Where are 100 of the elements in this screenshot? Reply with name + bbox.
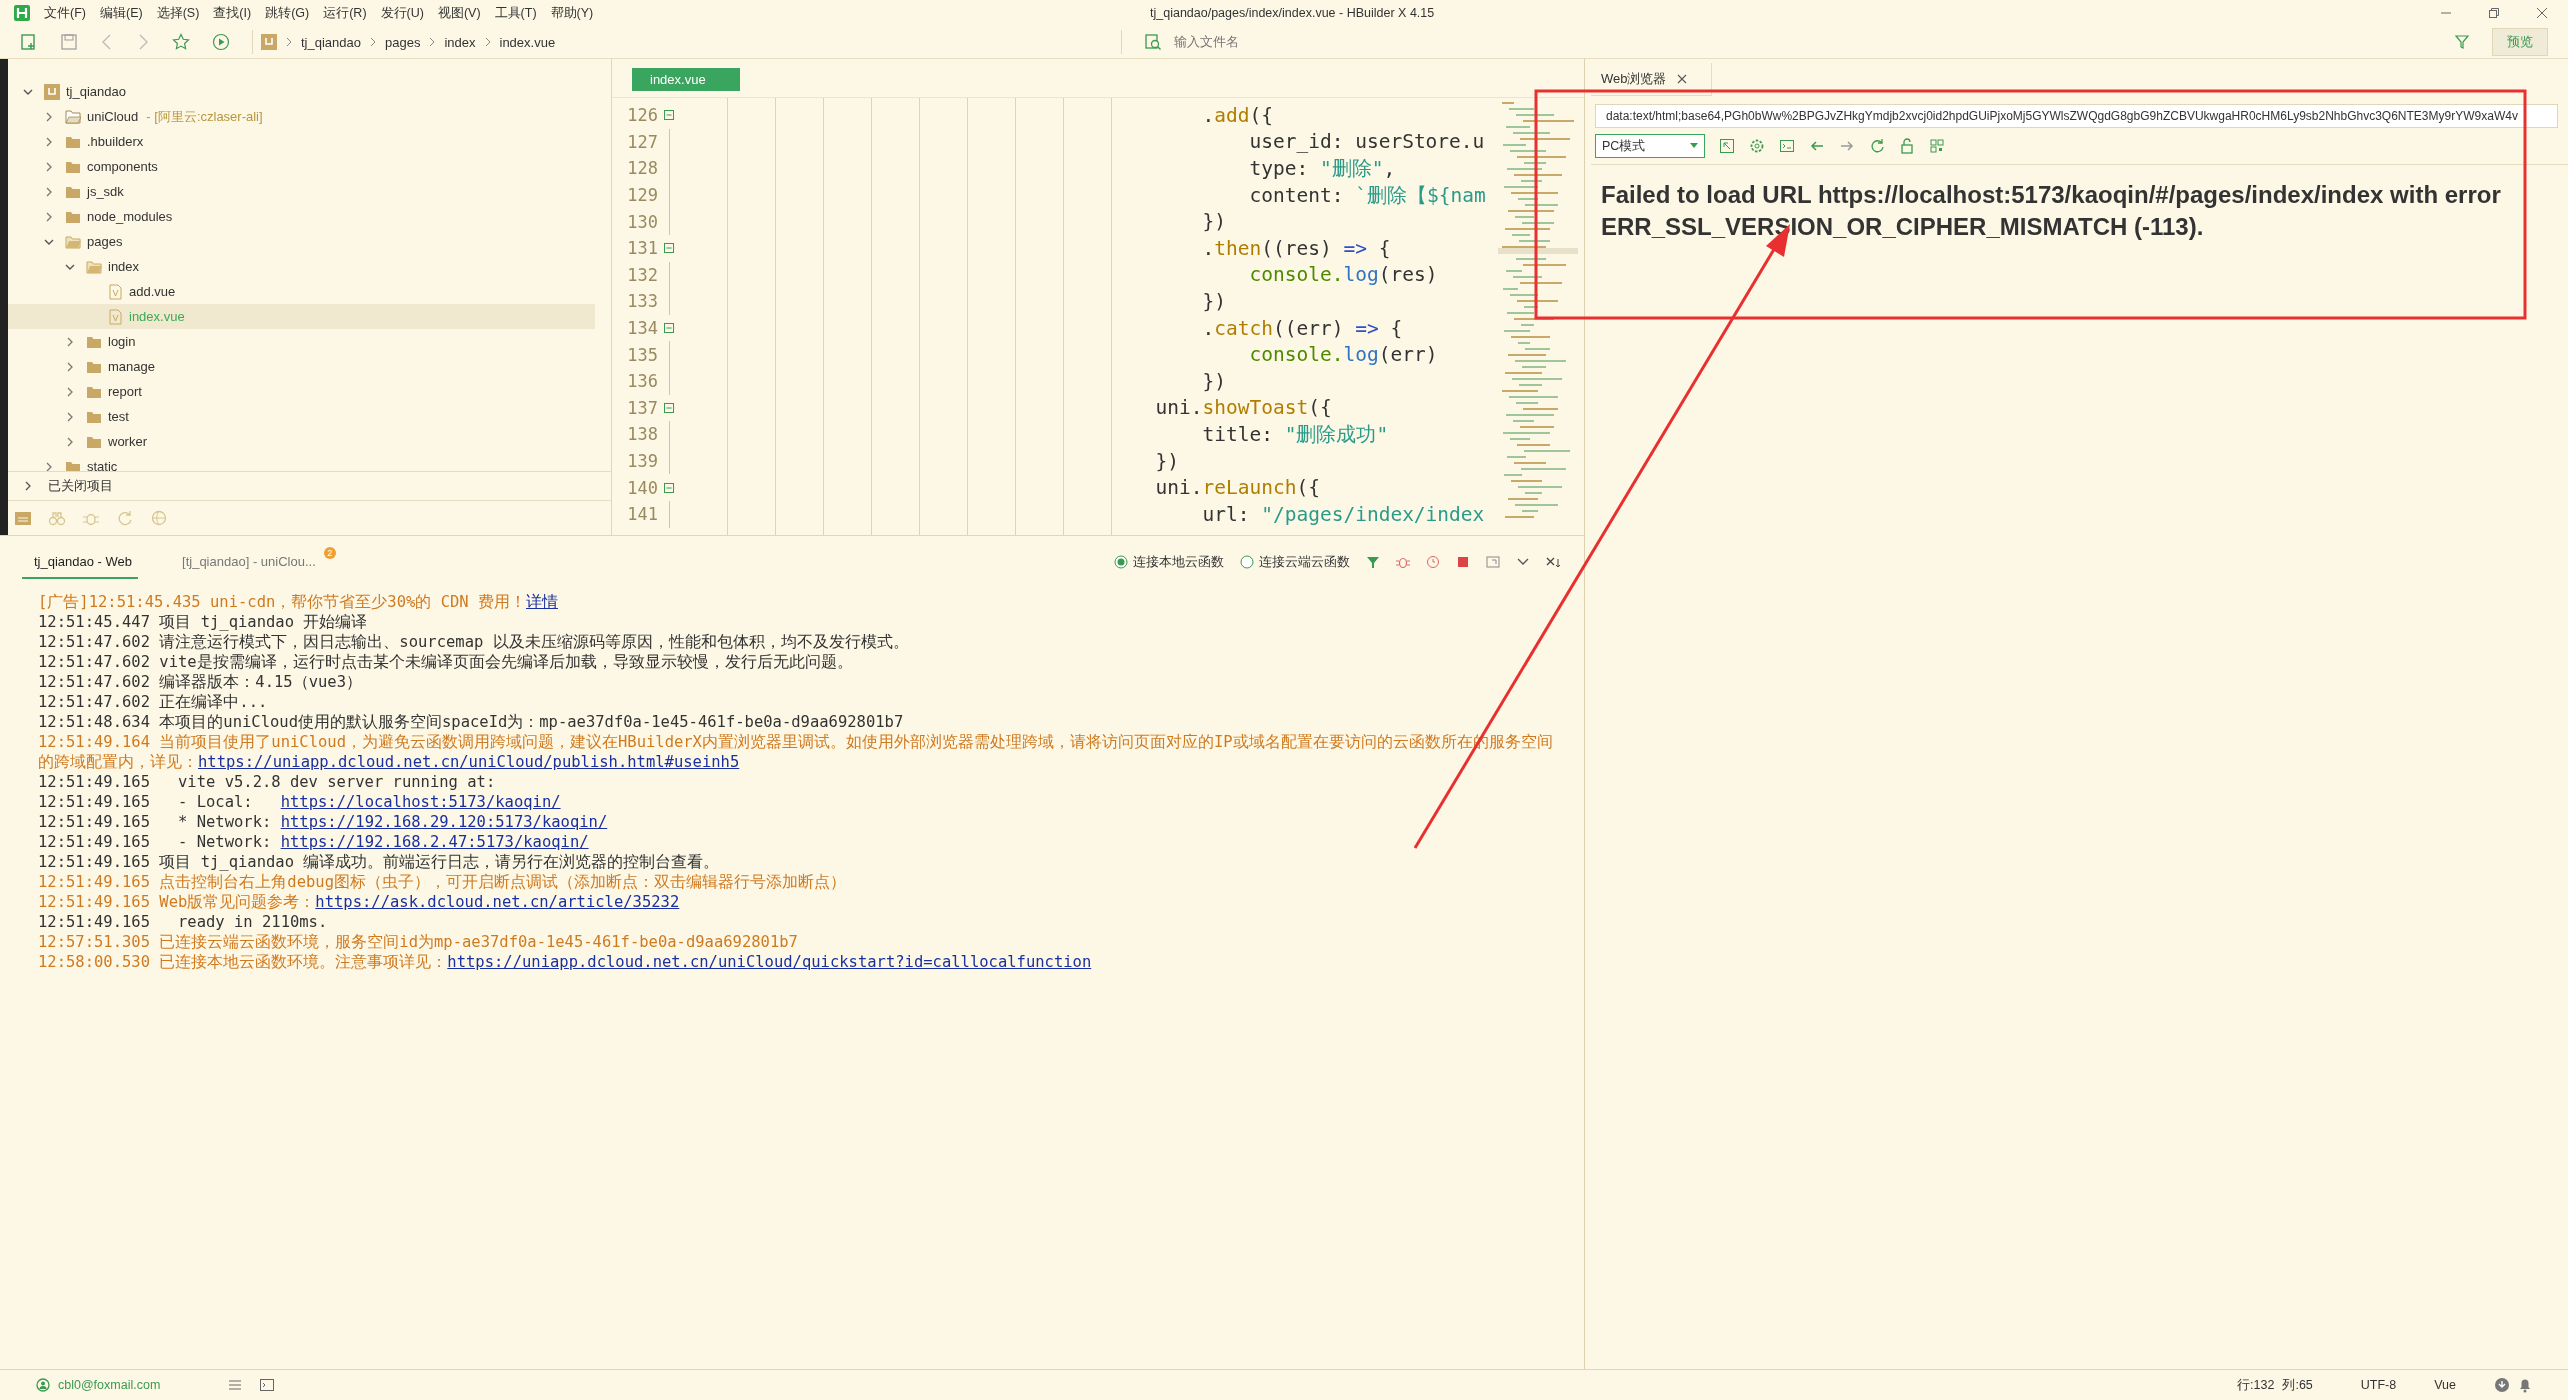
line-number: 128 xyxy=(626,158,658,179)
dropdown-caret-icon[interactable] xyxy=(1690,143,1698,149)
code-line: }) xyxy=(1202,369,1227,393)
console-tab[interactable]: tj_qiandao - Web xyxy=(22,545,139,579)
radio-icon[interactable] xyxy=(1114,555,1128,569)
log-line: 12:51:49.165 vite v5.2.8 dev server running at: xyxy=(38,772,497,792)
closed-projects-item[interactable]: 已关闭项目 xyxy=(8,471,611,501)
star-icon[interactable] xyxy=(172,33,190,51)
mode-select[interactable]: PC模式 xyxy=(1595,134,1705,158)
code-line: uni.reLaunch({ xyxy=(1155,476,1320,500)
file-search-field[interactable]: 输入文件名 xyxy=(1172,34,1476,50)
log-link[interactable]: https://localhost:5173/kaoqin/ xyxy=(280,793,561,811)
menu-item[interactable]: 选择(S) xyxy=(156,4,200,22)
tree-item[interactable]: uniCloud - [阿里云:czlaser-ali] xyxy=(8,104,595,129)
restore-icon[interactable] xyxy=(2488,7,2500,19)
log-link[interactable]: 详情 xyxy=(525,593,558,611)
line-number: 127 xyxy=(626,131,658,152)
fold-icon[interactable] xyxy=(664,110,674,121)
tree-item[interactable]: test xyxy=(8,404,595,429)
fold-icon[interactable] xyxy=(664,323,674,334)
menu-item[interactable]: 工具(T) xyxy=(494,4,537,22)
external-link-icon[interactable] xyxy=(1719,138,1735,154)
tree-item[interactable]: components xyxy=(8,154,595,179)
menu-item[interactable]: 跳转(G) xyxy=(265,4,310,22)
log-line: 12:51:49.165 Web版常见问题参考：https://ask.dcloud.net.cn/article/35232 xyxy=(38,892,681,912)
breadcrumb-item[interactable]: index xyxy=(444,34,476,50)
log-line: [广告]12:51:45.435 uni-cdn，帮你节省至少30%的 CDN 费用！详情 xyxy=(38,592,559,612)
tree-item[interactable]: tj_qiandao xyxy=(8,79,595,104)
tree-item[interactable]: manage xyxy=(8,354,595,379)
log-link[interactable]: https://uniapp.dcloud.net.cn/uniCloud/quickstart?id=calllocalfunction xyxy=(447,953,1092,971)
clock-icon[interactable] xyxy=(1426,555,1440,569)
menu-item[interactable]: 文件(F) xyxy=(44,4,86,22)
project-manager-icon[interactable] xyxy=(14,510,32,526)
close-panel-icon[interactable] xyxy=(1546,555,1562,569)
log-line: 12:51:49.165 项目 tj_qiandao 编译成功。前端运行日志，请另行在浏览器的控制台查看。 xyxy=(38,852,721,872)
run-icon[interactable] xyxy=(212,33,230,51)
menu-item[interactable]: 发行(U) xyxy=(380,4,424,22)
log-link[interactable]: https://192.168.2.47:5173/kaoqin/ xyxy=(280,833,589,851)
menu-item[interactable]: 帮助(Y) xyxy=(550,4,594,22)
filter-icon[interactable] xyxy=(2454,34,2470,50)
console-tab[interactable]: [tj_qiandao] - uniClou... xyxy=(170,545,322,579)
line-number: 130 xyxy=(626,211,658,232)
tree-item[interactable]: report xyxy=(8,379,595,404)
breadcrumb-item[interactable]: index.vue xyxy=(499,34,556,50)
terminal-icon[interactable] xyxy=(260,1379,275,1391)
stop-icon[interactable] xyxy=(1456,555,1470,569)
terminal-icon[interactable] xyxy=(1779,138,1795,154)
tree-item[interactable]: node_modules xyxy=(8,204,595,229)
qr-code-icon[interactable] xyxy=(1929,138,1945,154)
code-line: .then((res) => { xyxy=(1202,236,1391,260)
close-icon[interactable] xyxy=(1676,74,1687,84)
menu-item[interactable]: 视图(V) xyxy=(437,4,481,22)
tree-item[interactable]: js_sdk xyxy=(8,179,595,204)
settings-icon[interactable] xyxy=(1749,138,1765,154)
fold-icon[interactable] xyxy=(664,402,674,413)
chevron-icon xyxy=(369,37,377,47)
bug-icon[interactable] xyxy=(1396,555,1410,569)
radio-icon[interactable] xyxy=(1240,555,1254,569)
chevron-icon xyxy=(285,37,293,47)
line-number: 137 xyxy=(626,397,658,418)
user-icon[interactable] xyxy=(36,1378,50,1392)
expand-icon[interactable] xyxy=(1486,555,1500,569)
menu-item[interactable]: 编辑(E) xyxy=(99,4,143,22)
log-link[interactable]: https://192.168.29.120:5173/kaoqin/ xyxy=(280,813,608,831)
cursor-column[interactable]: 列:65 xyxy=(2282,1376,2313,1394)
menu-item[interactable]: 查找(I) xyxy=(213,4,252,22)
menu-item[interactable]: 运行(R) xyxy=(323,4,367,22)
tree-item[interactable]: worker xyxy=(8,429,595,454)
browser-tab[interactable]: Web浏览器 xyxy=(1601,70,1667,88)
url-field[interactable]: data:text/html;base64,PGh0bWw%2BPGJvZHkgYmdjb2xvcj0id2hpdGUiPjxoMj5GYWlsZWQgdG8gbG9hZCBVUkwgaHR0cHM6Ly9sb2NhbGhvc3Q6NTE3My9rYW9xaW4v xyxy=(1595,104,2558,128)
line-number: 131 xyxy=(626,238,658,259)
lock-icon[interactable] xyxy=(1899,138,1915,154)
breadcrumb-item[interactable]: pages xyxy=(385,34,421,50)
tree-item[interactable]: .hbuilderx xyxy=(8,129,595,154)
encoding-label[interactable]: UTF-8 xyxy=(2360,1378,2397,1392)
reload-icon[interactable] xyxy=(1869,138,1885,154)
cursor-line[interactable]: 行:132 xyxy=(2237,1376,2275,1394)
language-label[interactable]: Vue xyxy=(2434,1378,2456,1392)
log-line: 12:57:51.305 已连接云端云函数环境，服务空间id为mp-ae37df0a-1e45-461f-be0a-d9aa692801b7 xyxy=(38,932,799,952)
line-number: 140 xyxy=(626,477,658,498)
radio-button[interactable]: 连接本地云函数 xyxy=(1114,553,1224,571)
tree-item[interactable]: pages xyxy=(8,229,595,254)
bell-icon[interactable] xyxy=(2518,1377,2532,1393)
new-file-icon[interactable] xyxy=(20,33,38,51)
fold-icon[interactable] xyxy=(664,243,674,254)
log-link[interactable]: https://uniapp.dcloud.net.cn/uniCloud/publish.html#useinh5 xyxy=(198,753,740,771)
save-icon[interactable] xyxy=(60,33,78,51)
tree-item[interactable]: static xyxy=(8,454,595,471)
tree-item[interactable]: login xyxy=(8,329,595,354)
tree-item[interactable]: add.vue xyxy=(8,279,595,304)
fold-icon[interactable] xyxy=(664,482,674,493)
filter-icon[interactable] xyxy=(1366,555,1380,569)
close-icon[interactable] xyxy=(2536,7,2548,19)
tree-item[interactable]: index xyxy=(8,254,595,279)
log-link[interactable]: https://ask.dcloud.net.cn/article/35232 xyxy=(315,893,680,911)
download-icon[interactable] xyxy=(2494,1377,2510,1393)
breadcrumb-item[interactable]: tj_qiandao xyxy=(301,34,361,50)
list-icon[interactable] xyxy=(228,1379,243,1391)
radio-button[interactable]: 连接云端云函数 xyxy=(1240,553,1350,571)
code-line: .catch((err) => { xyxy=(1202,316,1403,340)
